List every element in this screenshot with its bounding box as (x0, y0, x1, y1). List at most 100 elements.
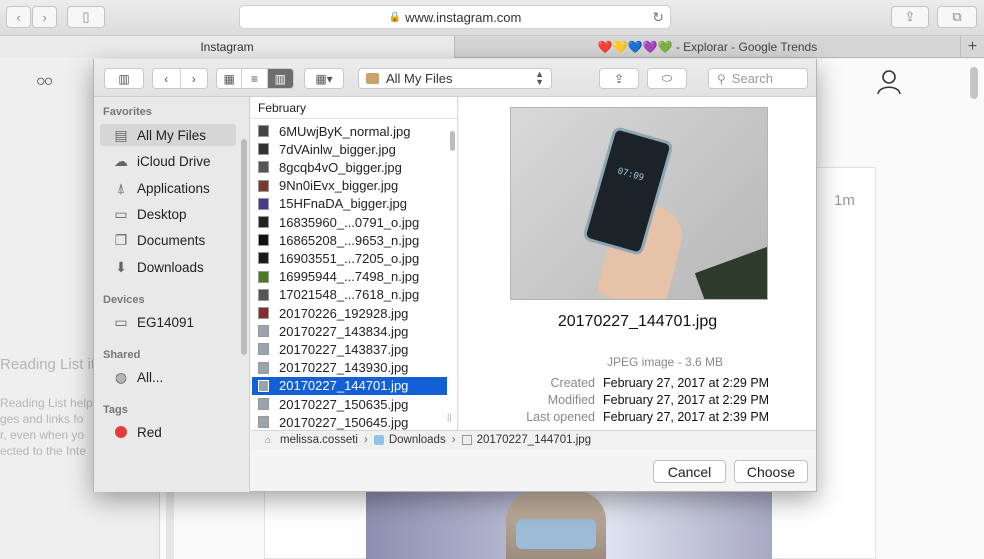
downloads-folder-icon (373, 435, 384, 445)
chevron-right-icon: › (42, 9, 47, 25)
column-view-button[interactable]: ▥ (267, 69, 293, 88)
path-item-downloads[interactable]: Downloads (389, 434, 446, 446)
search-field[interactable]: ⚲ Search (708, 68, 808, 89)
file-column-header: February (251, 97, 457, 119)
dialog-back-button[interactable]: ‹ (153, 69, 181, 88)
sidebar-toggle-button[interactable]: ▯ (67, 6, 105, 28)
sidebar-item-tag-red[interactable]: Red (100, 421, 236, 443)
file-row[interactable]: 20170227_150635.jpg (252, 395, 447, 413)
arrange-button[interactable]: ▦▾ (304, 68, 344, 89)
tab-instagram[interactable]: Instagram (0, 36, 455, 58)
grid-icon: ▦ (223, 71, 235, 86)
open-file-dialog: ▥ ‹ › ▦ ≡ ▥ ▦▾ All My Files ▲ ▼ ⇪ ⬭ ⚲ Sea… (93, 59, 817, 492)
favorites-header: Favorites (103, 106, 152, 118)
tag-icon: ⬭ (661, 71, 673, 85)
network-icon: ◍ (114, 368, 128, 385)
new-tab-button[interactable]: + (960, 36, 984, 58)
cancel-button[interactable]: Cancel (653, 460, 726, 483)
file-row[interactable]: 15HFnaDA_bigger.jpg (252, 195, 447, 213)
sidebar-item-downloads[interactable]: ⬇ Downloads (100, 256, 236, 278)
file-name: 16865208_...9653_n.jpg (279, 232, 420, 248)
file-name: 9Nn0iEvx_bigger.jpg (279, 178, 399, 194)
lock-icon: 🔒 (388, 11, 402, 23)
file-row[interactable]: 16903551_...7205_o.jpg (252, 249, 447, 267)
image-file-icon (258, 125, 269, 137)
sidebar-item-eg14091[interactable]: ▭ EG14091 (100, 311, 236, 333)
tab-label: ❤️💛💙💜💚 - Explorar - Google Trends (597, 40, 818, 54)
sidebar-item-label: Downloads (137, 259, 204, 275)
photo-sleeve (694, 245, 767, 299)
file-row[interactable]: 20170227_143834.jpg (252, 322, 447, 340)
image-file-icon (258, 379, 269, 392)
file-column-scrollbar[interactable] (450, 131, 455, 151)
image-file-icon (258, 216, 269, 228)
file-row[interactable]: 16835960_...0791_o.jpg (252, 213, 447, 231)
all-files-icon: ▤ (114, 126, 128, 143)
file-row[interactable]: 16995944_...7498_n.jpg (252, 268, 447, 286)
back-button[interactable]: ‹ (6, 6, 31, 28)
post-timestamp: 1m (834, 192, 855, 209)
file-row[interactable]: 20170227_150645.jpg (252, 413, 447, 430)
share-button[interactable]: ⇪ (891, 6, 929, 28)
image-file-icon (258, 179, 269, 192)
sidebar-item-applications[interactable]: ⍋ Applications (100, 177, 236, 199)
choose-button[interactable]: Choose (734, 460, 808, 483)
dialog-toolbar: ▥ ‹ › ▦ ≡ ▥ ▦▾ All My Files ▲ ▼ ⇪ ⬭ ⚲ Sea… (94, 59, 816, 97)
browser-toolbar: ‹ › ▯ 🔒 www.instagram.com ↻ ⇪ ⧉ (0, 0, 984, 36)
location-popup[interactable]: All My Files ▲ ▼ (358, 68, 552, 89)
tab-google-trends[interactable]: ❤️💛💙💜💚 - Explorar - Google Trends (456, 36, 959, 58)
created-value: February 27, 2017 at 2:29 PM (603, 376, 770, 390)
list-view-button[interactable]: ≡ (242, 69, 268, 88)
home-icon: ⌂ (265, 435, 272, 446)
user-profile-icon[interactable] (876, 69, 902, 101)
icon-view-button[interactable]: ▦ (217, 69, 243, 88)
shared-header: Shared (103, 349, 141, 361)
path-item-file[interactable]: 20170227_144701.jpg (477, 434, 591, 446)
file-name: 20170227_150645.jpg (279, 414, 409, 430)
file-row[interactable]: 20170227_143930.jpg (252, 359, 447, 377)
dialog-sidebar: Favorites ▤ All My Files ☁ iCloud Drive … (94, 97, 250, 492)
sidebar-scrollbar[interactable] (241, 139, 247, 355)
forward-button[interactable]: › (32, 6, 57, 28)
plus-icon: + (967, 38, 978, 55)
sidebar-item-icloud-drive[interactable]: ☁ iCloud Drive (100, 150, 236, 172)
file-row[interactable]: 9Nn0iEvx_bigger.jpg (252, 177, 447, 195)
post-photo[interactable] (366, 491, 772, 559)
dialog-sidebar-toggle[interactable]: ▥ (104, 68, 144, 89)
file-name: 15HFnaDA_bigger.jpg (279, 196, 407, 212)
page-scrollbar[interactable] (970, 67, 978, 99)
reload-icon[interactable]: ↻ (652, 9, 664, 26)
file-row[interactable]: 20170227_144701.jpg (252, 376, 447, 395)
file-row[interactable]: 6MUwjByK_normal.jpg (252, 122, 447, 140)
arrange-icon: ▦▾ (315, 71, 333, 86)
image-file-icon (258, 161, 269, 174)
sidebar-item-documents[interactable]: ❐ Documents (100, 229, 236, 251)
glasses-icon[interactable]: ○○ (36, 73, 53, 91)
tabs-overview-button[interactable]: ⧉ (937, 6, 977, 28)
tag-button[interactable]: ⬭ (647, 68, 687, 89)
sidebar-item-desktop[interactable]: ▭ Desktop (100, 203, 236, 225)
path-separator: › (363, 434, 368, 446)
sidebar-item-all-my-files[interactable]: ▤ All My Files (100, 124, 236, 146)
file-name: 8gcqb4vO_bigger.jpg (279, 159, 402, 175)
file-row[interactable]: 7dVAinlw_bigger.jpg (252, 140, 447, 158)
reading-list-title: Reading List it (0, 356, 96, 373)
dialog-share-button[interactable]: ⇪ (599, 68, 639, 89)
dialog-forward-button[interactable]: › (181, 69, 208, 88)
file-column: February 6MUwjByK_normal.jpg 7dVAinlw_big… (251, 97, 458, 430)
sidebar-item-shared-all[interactable]: ◍ All... (100, 366, 236, 388)
path-item-home[interactable]: melissa.cosseti (280, 434, 358, 446)
file-row[interactable]: 20170226_192928.jpg (252, 304, 447, 322)
created-label: Created (550, 376, 595, 390)
file-row[interactable]: 17021548_...7618_n.jpg (252, 286, 447, 304)
address-bar[interactable]: 🔒 www.instagram.com ↻ (239, 5, 671, 29)
file-row[interactable]: 16865208_...9653_n.jpg (252, 231, 447, 249)
sidebar-item-label: iCloud Drive (137, 153, 211, 169)
file-name: 17021548_...7618_n.jpg (279, 287, 420, 303)
image-file-icon (258, 288, 269, 301)
file-row[interactable]: 8gcqb4vO_bigger.jpg (252, 158, 447, 176)
file-row[interactable]: 20170227_143837.jpg (252, 340, 447, 358)
share-icon: ⇪ (904, 9, 916, 24)
location-label: All My Files (386, 71, 453, 86)
column-resize-handle[interactable]: || (447, 412, 452, 422)
